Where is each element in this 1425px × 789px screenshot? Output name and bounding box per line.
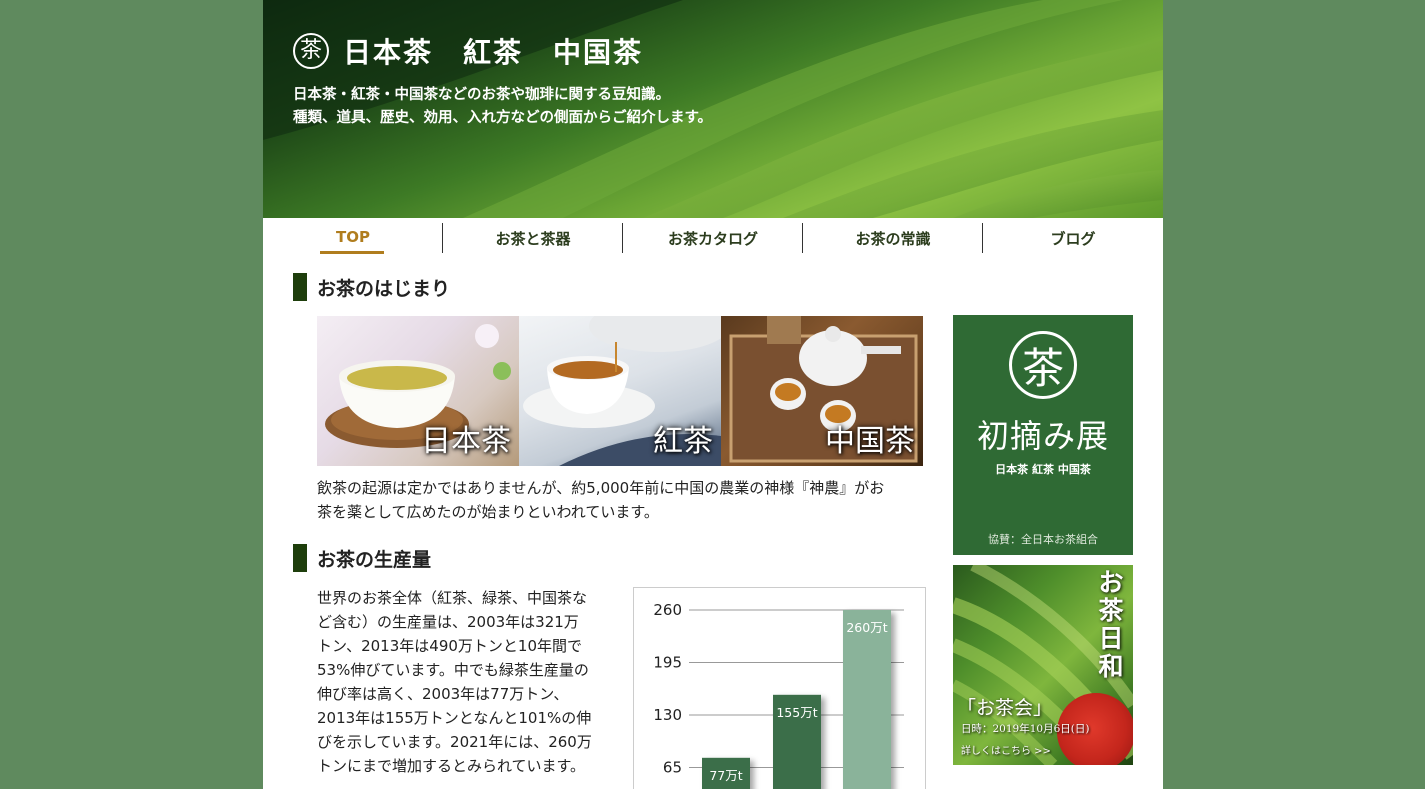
chart-svg: 260 195 130 65 77万t 155万t 260万t (653, 601, 904, 789)
paragraph-line: 飲茶の起源は定かではありませんが、約5,000年前に中国の農業の神様『神農』がお (317, 479, 885, 497)
banner-event-date: 日時：2019年10月6日(日) (961, 723, 1090, 735)
nav-item-tea-catalog[interactable]: お茶カタログ (623, 228, 803, 252)
paragraph-line: 2013年は155万トンとなんと101%の伸 (317, 709, 592, 727)
paragraph-line: びを示しています。2021年には、260万 (317, 733, 592, 751)
image-label: 日本茶 (421, 424, 511, 459)
banner-sponsor: 協賛：全日本お茶組合 (988, 533, 1098, 546)
japanese-tea-image[interactable]: 日本茶 (317, 316, 519, 466)
image-label: 紅茶 (653, 424, 713, 459)
page: 茶 日本茶 紅茶 中国茶 日本茶・紅茶・中国茶などのお茶や珈琲に関する豆知識。 … (263, 0, 1163, 789)
production-paragraph: 世界のお茶全体（紅茶、緑茶、中国茶な ど含む）の生産量は、2003年は321万 トン… (317, 586, 627, 778)
paragraph-line: 茶を薬として広めたのが始まりといわれています。 (317, 503, 659, 521)
bar-data-label: 155万t (776, 705, 817, 720)
origin-paragraph: 飲茶の起源は定かではありませんが、約5,000年前に中国の農業の神様『神農』がお… (317, 476, 937, 524)
vertical-title-char: 日 (1098, 624, 1124, 653)
chinese-tea-image[interactable]: 中国茶 (721, 316, 923, 466)
active-indicator (320, 251, 384, 254)
y-tick-label: 65 (663, 759, 682, 777)
image-label: 中国茶 (825, 424, 915, 459)
tea-logo-icon: 茶 (293, 33, 329, 69)
nav-item-blog[interactable]: ブログ (983, 228, 1163, 252)
y-tick-label: 130 (653, 706, 682, 724)
site-logo[interactable]: 茶 日本茶 紅茶 中国茶 (293, 31, 643, 71)
vertical-title-char: お (1098, 568, 1124, 597)
vertical-title-char: 和 (1098, 652, 1124, 681)
paragraph-line: 伸び率は高く、2003年は77万トン、 (317, 685, 569, 703)
banner-vertical-title: お茶日和 (1097, 569, 1125, 681)
section-title: お茶の生産量 (317, 548, 432, 571)
vertical-title-char: 茶 (1098, 596, 1124, 625)
nav-item-top[interactable]: TOP (263, 228, 443, 254)
banner-title: 初摘み展 (976, 417, 1109, 455)
banner-more-link[interactable]: 詳しくはこちら >> (961, 742, 1051, 757)
heading-bar (293, 273, 307, 301)
heading-bar (293, 544, 307, 572)
first-pick-exhibition-banner[interactable]: 茶 初摘み展 日本茶 紅茶 中国茶 協賛：全日本お茶組合 (953, 315, 1133, 555)
section-heading-production: お茶の生産量 (293, 544, 431, 572)
tea-type-images: 日本茶 紅茶 中国茶 (317, 316, 923, 466)
tea-party-banner[interactable]: お茶日和 「お茶会」 日時：2019年10月6日(日) 詳しくはこちら >> (953, 565, 1133, 765)
main-nav: TOP お茶と茶器 お茶カタログ お茶の常識 ブログ (263, 218, 1163, 258)
site-description-line: 種類、道具、歴史、効用、入れ方などの側面からご紹介します。 (293, 110, 713, 126)
black-tea-image[interactable]: 紅茶 (519, 316, 721, 466)
bar-data-label: 77万t (709, 768, 742, 783)
section-heading-origin: お茶のはじまり (293, 273, 450, 301)
y-tick-label: 260 (653, 601, 682, 619)
site-description: 日本茶・紅茶・中国茶などのお茶や珈琲に関する豆知識。 種類、道具、歴史、効用、入… (293, 84, 712, 130)
banner-subtitle: 日本茶 紅茶 中国茶 (995, 463, 1091, 476)
paragraph-line: 世界のお茶全体（紅茶、緑茶、中国茶な (317, 589, 588, 607)
tea-logo-icon: 茶 (1009, 331, 1077, 399)
nav-item-tea-and-utensils[interactable]: お茶と茶器 (443, 228, 623, 252)
bar-data-label: 260万t (846, 620, 887, 635)
section-title: お茶のはじまり (317, 277, 451, 300)
paragraph-line: トン、2013年は490万トンと10年間で (317, 637, 582, 655)
paragraph-line: トンにまで増加するとみられています。 (317, 757, 586, 775)
site-description-line: 日本茶・紅茶・中国茶などのお茶や珈琲に関する豆知識。 (293, 87, 670, 103)
paragraph-line: 53%伸びています。中でも緑茶生産量の (317, 661, 589, 679)
bar (843, 610, 891, 789)
banner-event-title: 「お茶会」 (957, 697, 1053, 719)
y-tick-label: 195 (653, 654, 682, 672)
site-title: 日本茶 紅茶 中国茶 (343, 36, 644, 69)
nav-item-tea-knowledge[interactable]: お茶の常識 (803, 228, 983, 252)
production-chart: 260 195 130 65 77万t 155万t 260万t (633, 587, 926, 789)
header-hero: 茶 日本茶 紅茶 中国茶 日本茶・紅茶・中国茶などのお茶や珈琲に関する豆知識。 … (263, 0, 1163, 218)
nav-item-label: TOP (336, 228, 370, 246)
paragraph-line: ど含む）の生産量は、2003年は321万 (317, 613, 579, 631)
